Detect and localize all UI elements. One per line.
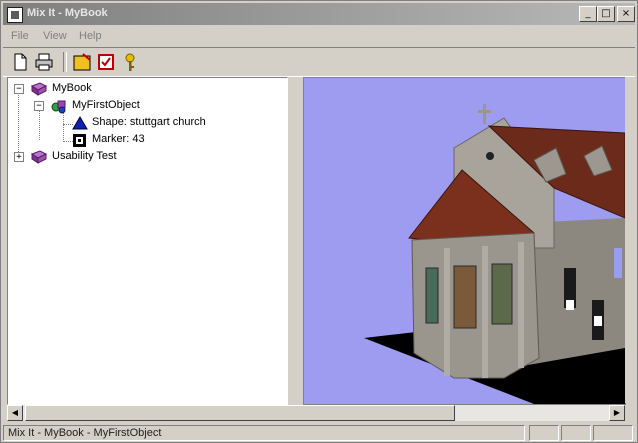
expand-toggle[interactable]: + — [14, 152, 24, 162]
tree-item-shape[interactable]: Shape: stuttgart church — [72, 115, 272, 131]
scroll-thumb[interactable] — [25, 405, 455, 421]
tree-item-marker[interactable]: Marker: 43 — [72, 132, 272, 148]
status-pane — [593, 425, 633, 441]
status-text: Mix It - MyBook - MyFirstObject — [8, 427, 162, 439]
open-folder-icon[interactable] — [71, 51, 93, 73]
toolbar — [3, 47, 635, 77]
new-icon[interactable] — [9, 51, 31, 73]
key-icon[interactable] — [119, 51, 141, 73]
tree-item-label: Shape: stuttgart church — [92, 116, 206, 128]
status-pane — [561, 425, 591, 441]
status-pane — [529, 425, 559, 441]
main-window: Mix It - MyBook _ □ × File View Help − M… — [0, 0, 638, 443]
minimize-button[interactable]: _ — [579, 6, 597, 22]
app-icon — [7, 7, 23, 23]
horizontal-scrollbar[interactable]: ◀ ▶ — [7, 405, 625, 421]
toolbar-separator — [63, 52, 67, 72]
book-icon — [30, 82, 48, 96]
tree-item-label: MyFirstObject — [72, 99, 140, 111]
tree-item-label: MyBook — [52, 82, 92, 94]
status-pane-main: Mix It - MyBook - MyFirstObject — [3, 425, 525, 441]
tree-item-label: Usability Test — [52, 150, 117, 162]
shape-icon — [72, 116, 88, 130]
tree-line — [63, 112, 64, 142]
close-button[interactable]: × — [617, 6, 635, 22]
tree-item-myfirstobject[interactable]: − MyFirstObject — [32, 98, 232, 114]
vertical-scrollbar[interactable] — [625, 77, 635, 403]
scroll-left-arrow-icon[interactable]: ◀ — [7, 405, 23, 421]
window-title: Mix It - MyBook — [27, 7, 108, 19]
menu-help[interactable]: Help — [79, 30, 102, 42]
menu-file[interactable]: File — [11, 30, 29, 42]
collapse-toggle[interactable]: − — [14, 84, 24, 94]
checklist-icon[interactable] — [95, 51, 117, 73]
maximize-button[interactable]: □ — [597, 6, 615, 22]
menu-view[interactable]: View — [43, 30, 67, 42]
tree-item-label: Marker: 43 — [92, 133, 145, 145]
church-model — [364, 104, 625, 404]
print-icon[interactable] — [33, 51, 55, 73]
book-icon — [30, 150, 48, 164]
collapse-toggle[interactable]: − — [34, 101, 44, 111]
marker-icon — [73, 134, 86, 147]
tree-item-usability-test[interactable]: + Usability Test — [12, 149, 212, 165]
status-bar: Mix It - MyBook - MyFirstObject — [3, 424, 635, 441]
title-bar[interactable]: Mix It - MyBook _ □ × — [3, 3, 635, 25]
scroll-right-arrow-icon[interactable]: ▶ — [609, 405, 625, 421]
tree-item-mybook[interactable]: − MyBook — [12, 81, 212, 97]
panel-splitter[interactable] — [289, 77, 301, 403]
object-tree[interactable]: − MyBook − MyFirstObject Shape: stuttgar… — [7, 77, 288, 405]
object-icon — [51, 100, 66, 114]
menu-bar: File View Help — [3, 27, 635, 45]
3d-viewport[interactable] — [303, 77, 626, 405]
